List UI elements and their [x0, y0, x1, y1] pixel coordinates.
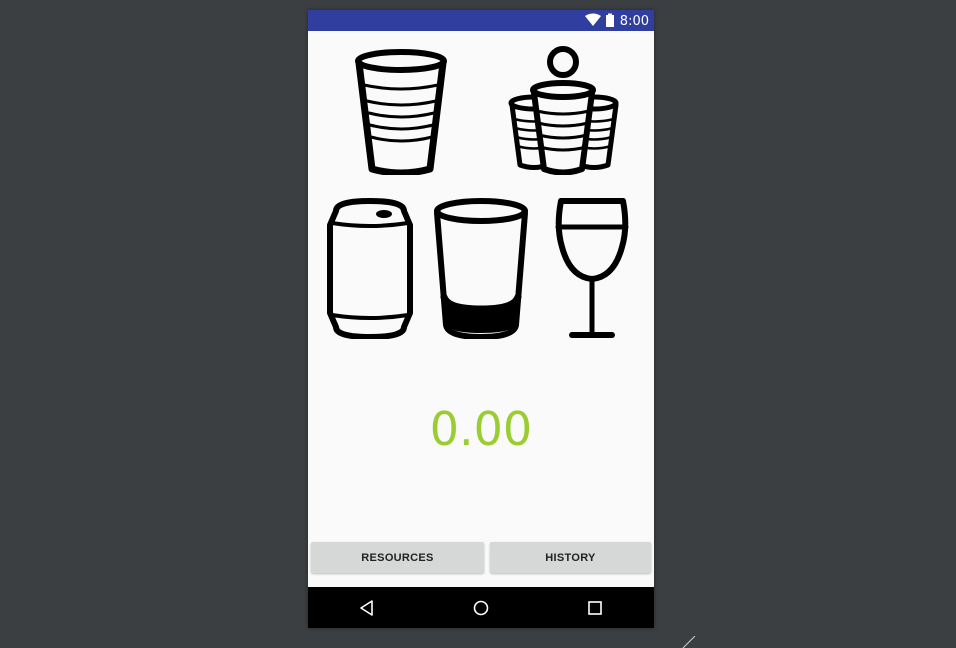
home-button[interactable] [470, 597, 492, 619]
recents-button[interactable] [584, 597, 606, 619]
shot-glass-icon [434, 198, 528, 339]
recents-icon [588, 601, 602, 615]
resize-handle-icon [682, 636, 696, 648]
status-time: 8:00 [619, 14, 649, 29]
back-icon [360, 600, 373, 616]
history-button[interactable]: HISTORY [490, 542, 651, 573]
drink-shot-glass[interactable] [432, 197, 530, 339]
main-content: 0.00 RESOURCES HISTORY [308, 31, 654, 587]
drink-solo-cup[interactable] [352, 45, 448, 175]
home-icon [473, 600, 489, 616]
drink-wine-glass[interactable] [554, 197, 630, 339]
phone-screen: 8:00 0.00 RESOURCES HISTORY [308, 10, 654, 628]
drink-beer-can[interactable] [326, 197, 416, 339]
battery-icon [606, 13, 614, 27]
beer-pong-icon [508, 46, 619, 175]
wine-glass-icon [555, 198, 629, 338]
beer-can-icon [327, 198, 413, 339]
resources-button[interactable]: RESOURCES [311, 542, 484, 573]
bac-value: 0.00 [429, 402, 533, 456]
back-button[interactable] [356, 597, 378, 619]
wifi-icon [585, 13, 601, 26]
status-bar: 8:00 [308, 10, 654, 31]
drink-beer-pong[interactable] [506, 45, 622, 175]
solo-cup-icon [355, 49, 447, 175]
navigation-bar [308, 587, 654, 628]
status-icons [584, 13, 618, 28]
